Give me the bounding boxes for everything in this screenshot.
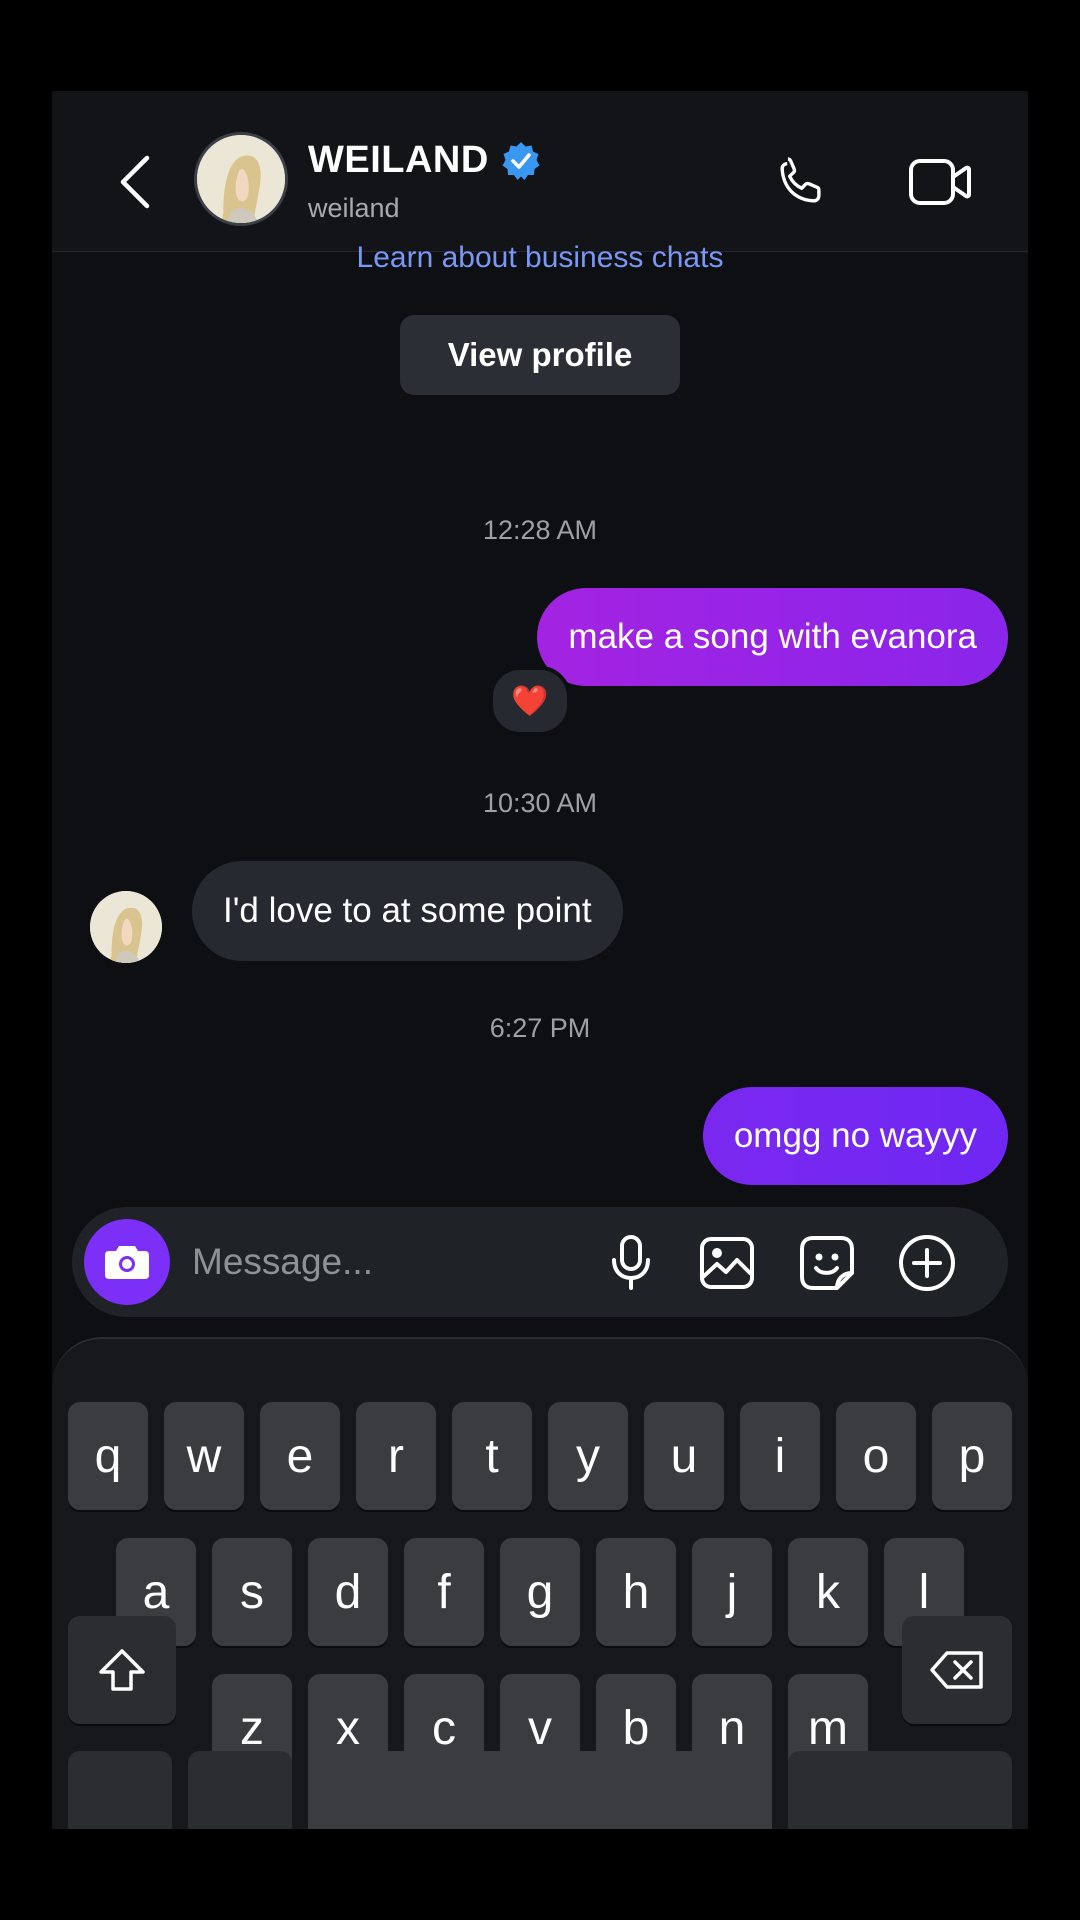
return-key[interactable] bbox=[788, 1751, 1012, 1829]
chat-header: WEILAND weiland bbox=[52, 91, 1028, 252]
incoming-message-bubble[interactable]: I'd love to at some point bbox=[192, 861, 623, 961]
contact-name-text: WEILAND bbox=[308, 139, 489, 181]
video-camera-icon bbox=[909, 159, 971, 205]
gallery-button[interactable] bbox=[698, 1234, 756, 1292]
backspace-key[interactable] bbox=[902, 1616, 1012, 1724]
shift-arrow-icon bbox=[99, 1649, 145, 1691]
key-r[interactable]: r bbox=[356, 1402, 436, 1510]
sticker-button[interactable] bbox=[798, 1234, 856, 1292]
key-d[interactable]: d bbox=[308, 1538, 388, 1646]
message-text: make a song with evanora bbox=[568, 617, 977, 656]
emoji-key[interactable] bbox=[188, 1751, 292, 1829]
plus-circle-icon bbox=[899, 1235, 955, 1291]
key-f[interactable]: f bbox=[404, 1538, 484, 1646]
key-g[interactable]: g bbox=[500, 1538, 580, 1646]
outgoing-message-bubble[interactable]: omgg no wayyy bbox=[702, 1087, 1008, 1185]
verified-badge-icon bbox=[502, 141, 540, 180]
chevron-left-icon bbox=[120, 155, 150, 209]
message-composer bbox=[72, 1207, 1008, 1317]
voice-message-button[interactable] bbox=[602, 1234, 660, 1292]
contact-name[interactable]: WEILAND bbox=[308, 139, 541, 182]
on-screen-keyboard: qwertyuiop asdfghjkl zxcvbnm bbox=[52, 1337, 1028, 1829]
more-options-button[interactable] bbox=[898, 1234, 956, 1292]
key-j[interactable]: j bbox=[692, 1538, 772, 1646]
audio-call-button[interactable] bbox=[768, 149, 834, 215]
message-input[interactable] bbox=[192, 1234, 572, 1290]
number-toggle-key[interactable] bbox=[68, 1751, 172, 1829]
timestamp: 10:30 AM bbox=[482, 788, 598, 818]
profile-photo bbox=[90, 891, 162, 963]
view-profile-button[interactable]: View profile bbox=[400, 315, 680, 395]
key-e[interactable]: e bbox=[260, 1402, 340, 1510]
contact-username: weiland bbox=[308, 193, 400, 223]
key-o[interactable]: o bbox=[836, 1402, 916, 1510]
heart-reaction: ❤️ bbox=[511, 684, 549, 718]
learn-business-chats-link[interactable]: Learn about business chats bbox=[52, 241, 1028, 275]
timestamp: 12:28 AM bbox=[482, 515, 598, 545]
reaction-badge[interactable]: ❤️ bbox=[489, 666, 571, 736]
phone-icon bbox=[780, 157, 821, 203]
outgoing-message-bubble[interactable]: make a song with evanora bbox=[537, 588, 1008, 686]
key-h[interactable]: h bbox=[596, 1538, 676, 1646]
camera-icon bbox=[105, 1246, 149, 1279]
key-w[interactable]: w bbox=[164, 1402, 244, 1510]
image-icon bbox=[700, 1237, 754, 1289]
key-q[interactable]: q bbox=[68, 1402, 148, 1510]
shift-key[interactable] bbox=[68, 1616, 176, 1724]
backspace-icon bbox=[930, 1651, 983, 1689]
camera-button[interactable] bbox=[84, 1219, 170, 1305]
timestamp: 6:27 PM bbox=[489, 1013, 591, 1043]
key-i[interactable]: i bbox=[740, 1402, 820, 1510]
message-text: omgg no wayyy bbox=[733, 1116, 977, 1155]
key-y[interactable]: y bbox=[548, 1402, 628, 1510]
key-u[interactable]: u bbox=[644, 1402, 724, 1510]
message-text: I'd love to at some point bbox=[223, 891, 592, 930]
key-s[interactable]: s bbox=[212, 1538, 292, 1646]
profile-photo bbox=[197, 135, 285, 223]
microphone-icon bbox=[612, 1235, 650, 1290]
key-k[interactable]: k bbox=[788, 1538, 868, 1646]
back-button[interactable] bbox=[104, 149, 164, 215]
video-call-button[interactable] bbox=[904, 149, 976, 215]
header-avatar[interactable] bbox=[194, 132, 288, 226]
key-p[interactable]: p bbox=[932, 1402, 1012, 1510]
contact-avatar[interactable] bbox=[90, 891, 162, 963]
space-key[interactable] bbox=[308, 1751, 772, 1829]
key-t[interactable]: t bbox=[452, 1402, 532, 1510]
sticker-icon bbox=[800, 1236, 854, 1290]
chat-screen: WEILAND weiland Learn about business cha… bbox=[52, 91, 1028, 1829]
